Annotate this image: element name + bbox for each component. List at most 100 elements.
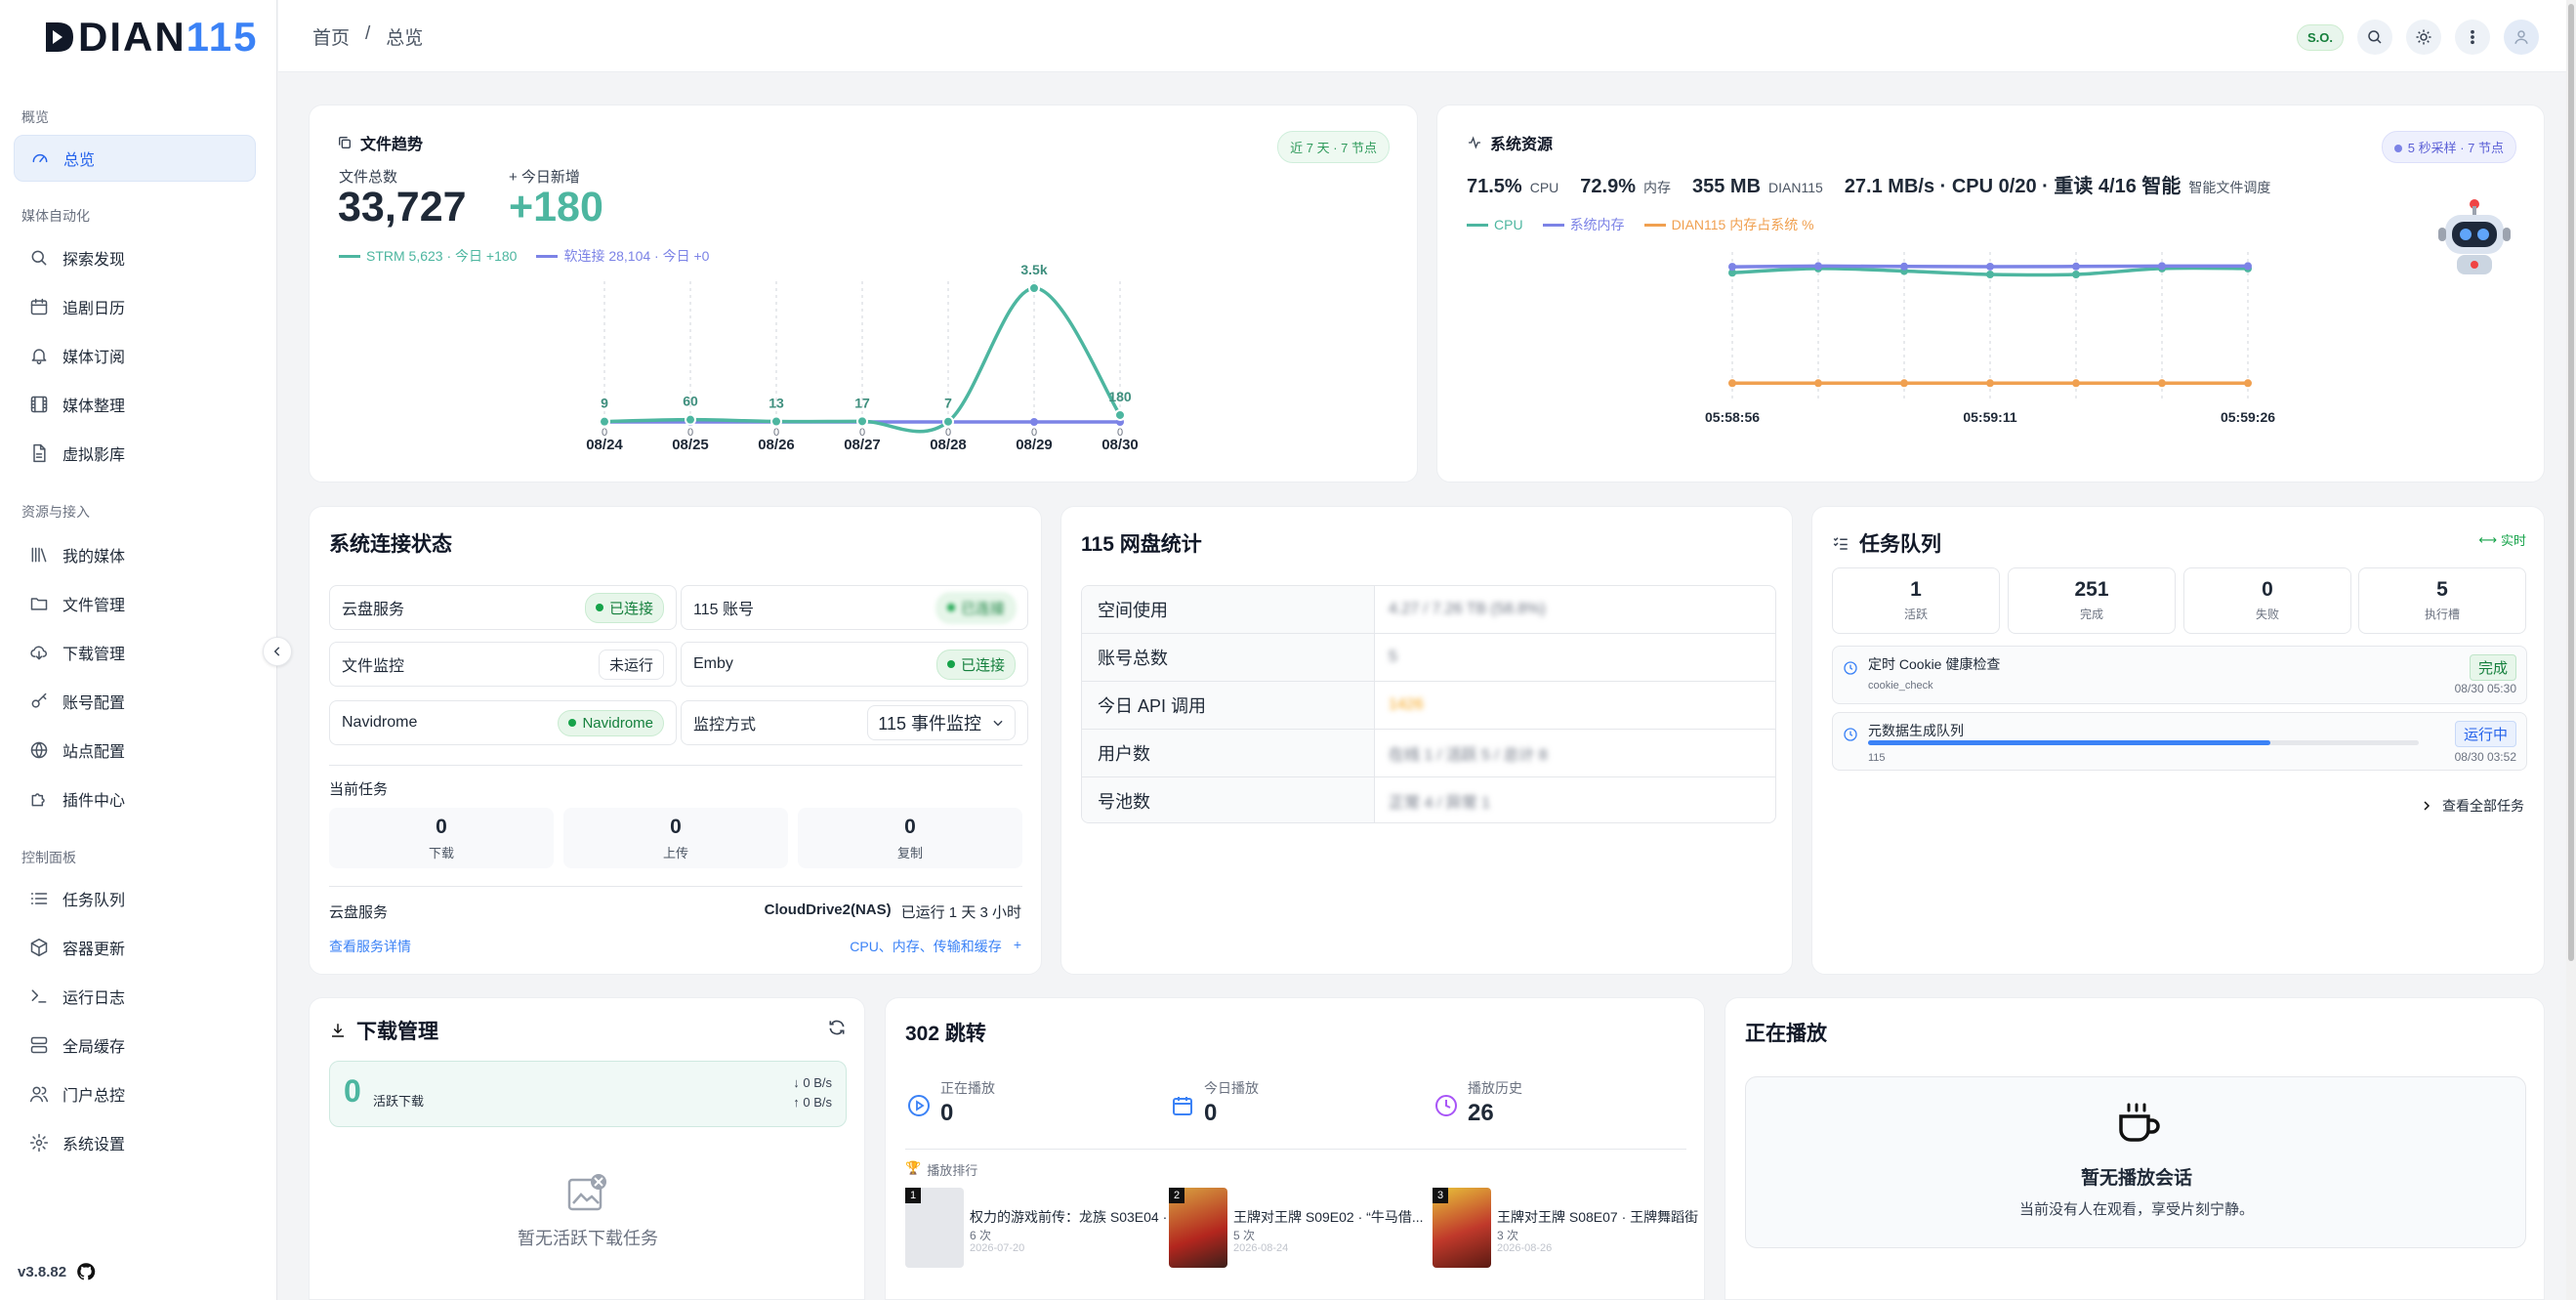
empty-session-subtitle: 当前没有人在观看，享受片刻宁静。	[2018, 1201, 2254, 1218]
refresh-icon[interactable]	[827, 1018, 847, 1037]
data-point	[1814, 379, 1822, 388]
sidebar-item-box[interactable]: 容器更新	[14, 924, 256, 971]
avatar[interactable]	[2504, 20, 2539, 55]
empty-download-icon	[567, 1174, 606, 1211]
sidebar-collapse-button[interactable]	[263, 637, 292, 666]
download-speed: ↓ 0 B/s	[793, 1075, 832, 1090]
sidebar-item-label: 文件管理	[62, 598, 126, 614]
search-icon	[31, 250, 47, 266]
view-all-tasks-link[interactable]: 查看全部任务	[2421, 796, 2524, 816]
data-label: 60	[683, 394, 698, 409]
pan-stats-title: 115 网盘统计	[1081, 533, 1202, 556]
sidebar-item-label: 账号配置	[62, 695, 126, 712]
zero-label: 0	[773, 427, 779, 439]
trophy-icon: 🏆	[905, 1160, 922, 1175]
active-download-count: 0	[344, 1073, 361, 1109]
history-clock-icon	[1435, 1095, 1457, 1116]
topbar: 首页 / 总览 S.O.	[278, 0, 2576, 72]
search-button[interactable]	[2357, 20, 2392, 55]
service-detail-link[interactable]: 查看服务详情	[329, 937, 411, 956]
calendar-icon	[30, 298, 48, 315]
list-check-icon	[1833, 537, 1848, 550]
resource-link-plus: +	[1013, 937, 1021, 952]
table-row: 账号总数 5	[1082, 633, 1775, 681]
page-scrollbar[interactable]	[2566, 0, 2576, 1300]
task-queue-card: 任务队列 ⟷ 实时 1 活跃 251 完成 0 失败 5 执行槽 定时 Cookie 健康…	[1811, 506, 2545, 975]
chevron-down-icon	[993, 720, 1003, 727]
breadcrumb-home[interactable]: 首页	[312, 23, 350, 50]
rank-item[interactable]: 2 王牌对王牌 S09E02 · “牛马借... 5 次 2026-08-24	[1169, 1188, 1423, 1276]
gear-icon	[29, 1133, 49, 1153]
sidebar-item-list[interactable]: 任务队列	[14, 875, 256, 922]
cloud-service-name: CloudDrive2(NAS)	[764, 902, 892, 918]
x-tick-label: 08/28	[930, 437, 967, 453]
play-history-value: 26	[1468, 1100, 1494, 1126]
data-point	[1900, 262, 1908, 271]
sidebar-item-key[interactable]: 账号配置	[14, 678, 256, 725]
task-status-badge: 完成	[2469, 654, 2516, 681]
conn-115-label: 115 账号	[693, 602, 754, 618]
zero-label: 0	[687, 427, 693, 439]
data-point	[1728, 263, 1736, 272]
task-item[interactable]: 定时 Cookie 健康检查 cookie_check 完成 08/30 05:…	[1832, 646, 2527, 704]
table-row: 今日 API 调用 1426	[1082, 681, 1775, 729]
data-point	[2244, 379, 2252, 388]
rank-item[interactable]: 3 王牌对王牌 S08E07 · 王牌舞蹈街 3 次 2026-08-26	[1433, 1188, 1698, 1276]
calendar-icon	[1173, 1097, 1192, 1115]
task-queue-title: 任务队列	[1859, 533, 1941, 556]
sidebar-item-calendar[interactable]: 追剧日历	[14, 283, 256, 330]
pan-space-label: 空间使用	[1082, 586, 1375, 633]
theme-toggle-button[interactable]	[2406, 20, 2441, 55]
data-point-strm	[599, 415, 610, 428]
rank-item[interactable]: 1 权力的游戏前传：龙族 S03E04 · ... 6 次 2026-07-20	[905, 1188, 1183, 1276]
data-point	[1986, 262, 1994, 271]
table-row: 空间使用 4.27 / 7.26 TB (58.8%)	[1082, 586, 1775, 633]
sidebar-item-gauge[interactable]: 总览	[14, 135, 256, 182]
sidebar-item-globe[interactable]: 站点配置	[14, 727, 256, 774]
logo-mark-icon	[46, 22, 73, 52]
active-downloads-box: 0 活跃下载 ↓ 0 B/s ↑ 0 B/s	[329, 1061, 847, 1127]
task-item[interactable]: 元数据生成队列 115 运行中 08/30 03:52	[1832, 712, 2527, 771]
rank-number: 1	[905, 1188, 921, 1203]
poster-thumb: 3	[1433, 1188, 1491, 1268]
sidebar-item-puzzle[interactable]: 插件中心	[14, 776, 256, 822]
now-playing-value: 0	[940, 1100, 954, 1126]
sun-icon	[2416, 29, 2431, 45]
user-status-badge[interactable]: S.O.	[2296, 23, 2344, 51]
conn-cloud-status: 已连接	[584, 592, 664, 623]
github-icon[interactable]	[76, 1262, 96, 1281]
x-tick-label: 08/27	[844, 437, 881, 453]
data-label: 3.5k	[1020, 262, 1047, 277]
more-menu-button[interactable]	[2455, 20, 2490, 55]
connection-status-card: 系统连接状态 云盘服务 已连接 115 账号 已连接 文件监控 未运行 Emby 已连接…	[309, 506, 1042, 975]
sidebar-item-label: 运行日志	[62, 990, 126, 1007]
resource-link[interactable]: CPU、内存、传输和缓存 +	[850, 937, 1021, 956]
sidebar-item-search[interactable]: 探索发现	[14, 234, 256, 281]
conn-row-emby: Emby 已连接	[681, 642, 1028, 687]
sidebar-item-folder[interactable]: 文件管理	[14, 580, 256, 627]
conn-row-115: 115 账号 已连接	[681, 585, 1028, 630]
coffee-cup-icon	[2119, 1103, 2160, 1142]
logo-text-b: 115	[186, 14, 259, 60]
sidebar-item-file[interactable]: 虚拟影库	[14, 430, 256, 477]
sidebar-item-film[interactable]: 媒体整理	[14, 381, 256, 428]
data-label: 17	[854, 395, 870, 410]
sidebar-item-server[interactable]: 全局缓存	[14, 1022, 256, 1069]
task-progress-track	[1868, 740, 2419, 745]
data-point	[1986, 379, 1994, 388]
monitor-mode-select[interactable]: 115 事件监控	[867, 705, 1016, 740]
stat-download: 0 下载	[329, 808, 554, 868]
sidebar-item-terminal[interactable]: 运行日志	[14, 973, 256, 1020]
upload-speed: ↑ 0 B/s	[793, 1095, 832, 1110]
sidebar-item-bell[interactable]: 媒体订阅	[14, 332, 256, 379]
scrollbar-thumb[interactable]	[2568, 4, 2574, 961]
app-logo[interactable]: DIAN 115	[43, 14, 259, 60]
conn-emby-status: 已连接	[935, 649, 1016, 680]
sidebar-item-users[interactable]: 门户总控	[14, 1070, 256, 1117]
sidebar-item-cloud-download[interactable]: 下载管理	[14, 629, 256, 676]
data-point	[1728, 379, 1736, 388]
sidebar-item-gear[interactable]: 系统设置	[14, 1119, 256, 1166]
conn-row-monitor-mode: 监控方式 115 事件监控	[681, 700, 1028, 745]
chevron-right-icon	[2424, 801, 2431, 811]
sidebar-item-library[interactable]: 我的媒体	[14, 531, 256, 578]
